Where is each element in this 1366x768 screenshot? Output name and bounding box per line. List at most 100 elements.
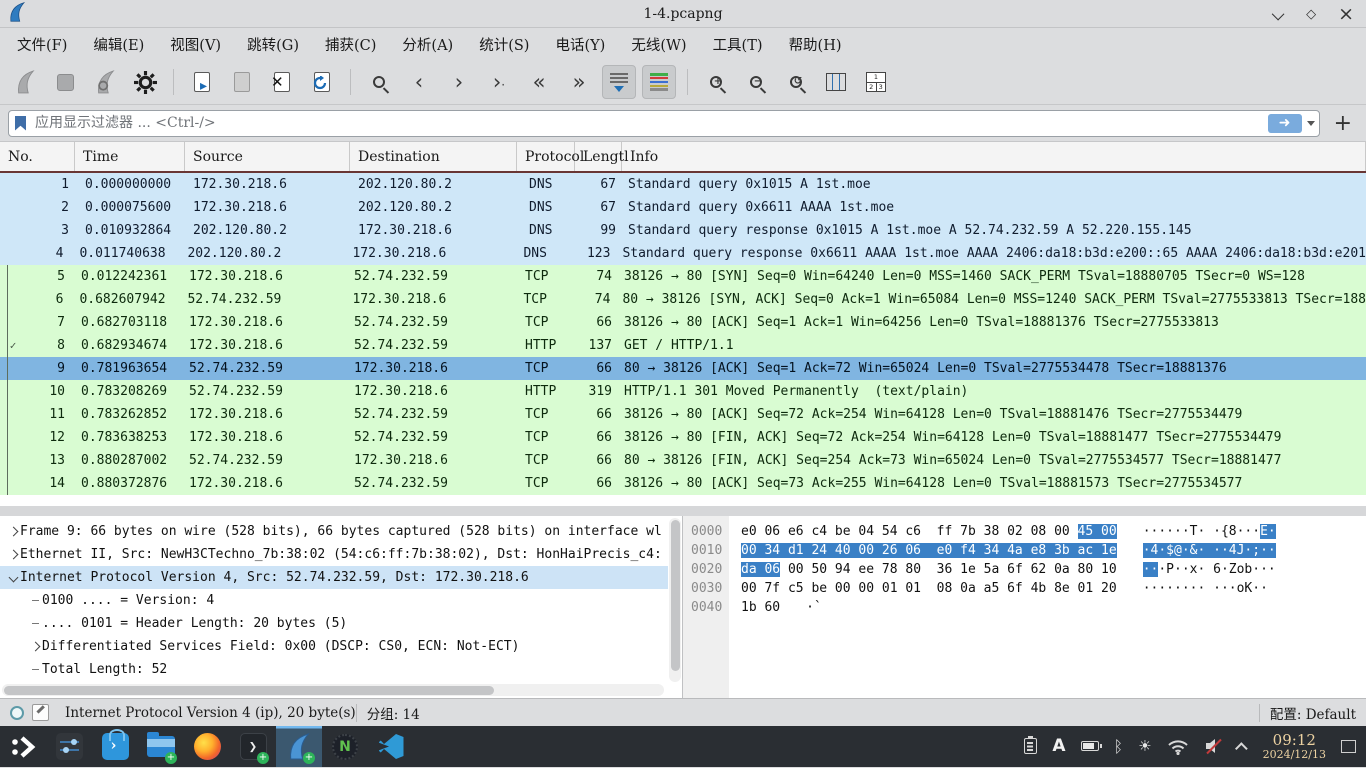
reset-layout-button[interactable]: 123 bbox=[859, 65, 893, 99]
packet-row-5[interactable]: 50.012242361172.30.218.652.74.232.59TCP7… bbox=[0, 265, 1366, 288]
wifi-tray-icon[interactable] bbox=[1167, 738, 1189, 755]
packet-row-3[interactable]: 30.010932864202.120.80.2172.30.218.6DNS9… bbox=[0, 219, 1366, 242]
close-file-button[interactable]: ✕ bbox=[265, 65, 299, 99]
terminal-button[interactable]: ❯+ bbox=[230, 726, 276, 767]
hex-row-0010[interactable]: 001000 34 d1 24 40 00 26 06 e0 f4 34 4a … bbox=[683, 543, 1366, 562]
zoom-out-button[interactable]: − bbox=[739, 65, 773, 99]
hex-row-0040[interactable]: 00401b 60·` bbox=[683, 600, 1366, 619]
maximize-button[interactable]: ◇ bbox=[1306, 8, 1316, 21]
capture-comment-icon[interactable] bbox=[32, 704, 49, 721]
column-header-protocol[interactable]: Protocol bbox=[517, 142, 575, 171]
detail-row-4[interactable]: .... 0101 = Header Length: 20 bytes (5) bbox=[0, 612, 668, 635]
menu-item-0[interactable]: 文件(F) bbox=[4, 30, 80, 59]
hex-row-0030[interactable]: 003000 7f c5 be 00 00 01 01 08 0a a5 6f … bbox=[683, 581, 1366, 600]
packet-row-8[interactable]: ✓80.682934674172.30.218.652.74.232.59HTT… bbox=[0, 334, 1366, 357]
start-capture-button[interactable] bbox=[8, 65, 42, 99]
discover-button[interactable] bbox=[92, 726, 138, 767]
open-file-button[interactable]: ▸ bbox=[185, 65, 219, 99]
column-header-info[interactable]: Info bbox=[622, 142, 1366, 171]
colorize-button[interactable] bbox=[642, 65, 676, 99]
column-header-destination[interactable]: Destination bbox=[350, 142, 517, 171]
vscode-button[interactable] bbox=[368, 726, 414, 767]
column-header-time[interactable]: Time bbox=[75, 142, 185, 171]
battery-tray-icon[interactable] bbox=[1081, 741, 1099, 751]
stop-capture-button[interactable] bbox=[48, 65, 82, 99]
auto-scroll-button[interactable] bbox=[602, 65, 636, 99]
menu-item-5[interactable]: 分析(A) bbox=[389, 30, 466, 59]
detail-row-3[interactable]: 0100 .... = Version: 4 bbox=[0, 589, 668, 612]
file-manager-button[interactable]: + bbox=[138, 726, 184, 767]
wireshark-task-button[interactable]: + bbox=[276, 726, 322, 767]
packet-row-1[interactable]: 10.000000000172.30.218.6202.120.80.2DNS6… bbox=[0, 173, 1366, 196]
detail-row-2[interactable]: Internet Protocol Version 4, Src: 52.74.… bbox=[0, 566, 668, 589]
close-button[interactable]: × bbox=[1338, 5, 1354, 24]
menu-item-7[interactable]: 电话(Y) bbox=[542, 30, 618, 59]
column-header-source[interactable]: Source bbox=[185, 142, 350, 171]
filter-dropdown-caret-icon[interactable] bbox=[1307, 121, 1315, 126]
expand-icon[interactable] bbox=[28, 643, 42, 650]
packet-row-2[interactable]: 20.000075600172.30.218.6202.120.80.2DNS6… bbox=[0, 196, 1366, 219]
zoom-reset-button[interactable]: ↺ bbox=[779, 65, 813, 99]
system-settings-button[interactable] bbox=[46, 726, 92, 767]
status-profile[interactable]: 配置: Default bbox=[1270, 703, 1366, 723]
capture-options-button[interactable] bbox=[128, 65, 162, 99]
firefox-button[interactable] bbox=[184, 726, 230, 767]
packet-row-7[interactable]: 70.682703118172.30.218.652.74.232.59TCP6… bbox=[0, 311, 1366, 334]
display-filter-input-wrap[interactable]: ➜ bbox=[8, 110, 1320, 137]
brightness-tray-icon[interactable]: ☀ bbox=[1138, 737, 1151, 755]
menu-item-4[interactable]: 捕获(C) bbox=[312, 30, 389, 59]
bluetooth-tray-icon[interactable]: ᛒ bbox=[1114, 737, 1124, 756]
expand-icon[interactable] bbox=[6, 551, 20, 558]
restart-capture-button[interactable] bbox=[88, 65, 122, 99]
app-launcher-button[interactable] bbox=[0, 726, 46, 767]
filter-bookmark-icon[interactable] bbox=[15, 116, 26, 131]
details-horizontal-scrollbar[interactable] bbox=[2, 684, 664, 696]
packet-row-12[interactable]: 120.783638253172.30.218.652.74.232.59TCP… bbox=[0, 426, 1366, 449]
tray-expand-icon[interactable] bbox=[1239, 742, 1248, 751]
clock[interactable]: 09:12 2024/12/13 bbox=[1263, 732, 1326, 762]
go-back-button[interactable]: ‹ bbox=[402, 65, 436, 99]
detail-row-5[interactable]: Differentiated Services Field: 0x00 (DSC… bbox=[0, 635, 668, 658]
menu-item-2[interactable]: 视图(V) bbox=[157, 30, 234, 59]
menu-item-8[interactable]: 无线(W) bbox=[618, 30, 699, 59]
menu-item-10[interactable]: 帮助(H) bbox=[776, 30, 855, 59]
zoom-in-button[interactable]: + bbox=[699, 65, 733, 99]
packet-row-13[interactable]: 130.88028700252.74.232.59172.30.218.6TCP… bbox=[0, 449, 1366, 472]
packet-row-4[interactable]: 40.011740638202.120.80.2172.30.218.6DNS1… bbox=[0, 242, 1366, 265]
input-method-tray-icon[interactable]: A bbox=[1052, 736, 1065, 756]
expert-info-icon[interactable] bbox=[10, 706, 24, 720]
menu-item-6[interactable]: 统计(S) bbox=[466, 30, 542, 59]
find-packet-button[interactable] bbox=[362, 65, 396, 99]
menu-item-3[interactable]: 跳转(G) bbox=[234, 30, 312, 59]
details-vertical-scrollbar[interactable] bbox=[669, 518, 681, 682]
show-desktop-button[interactable] bbox=[1341, 740, 1356, 753]
hex-row-0020[interactable]: 0020da 06 00 50 94 ee 78 80 36 1e 5a 6f … bbox=[683, 562, 1366, 581]
packet-row-14[interactable]: 140.880372876172.30.218.652.74.232.59TCP… bbox=[0, 472, 1366, 495]
packet-row-6[interactable]: 60.68260794252.74.232.59172.30.218.6TCP7… bbox=[0, 288, 1366, 311]
neovim-button[interactable]: N bbox=[322, 726, 368, 767]
detail-row-6[interactable]: Total Length: 52 bbox=[0, 658, 668, 681]
collapse-icon[interactable] bbox=[6, 574, 20, 581]
menu-item-1[interactable]: 编辑(E) bbox=[80, 30, 157, 59]
go-last-packet-button[interactable]: » bbox=[562, 65, 596, 99]
display-filter-input[interactable] bbox=[33, 114, 1268, 132]
packet-row-10[interactable]: 100.78320826952.74.232.59172.30.218.6HTT… bbox=[0, 380, 1366, 403]
column-header-no[interactable]: No. bbox=[0, 142, 75, 171]
menu-item-9[interactable]: 工具(T) bbox=[700, 30, 776, 59]
clipboard-tray-icon[interactable] bbox=[1024, 738, 1037, 754]
pane-splitter[interactable] bbox=[0, 506, 1366, 516]
detail-row-0[interactable]: Frame 9: 66 bytes on wire (528 bits), 66… bbox=[0, 520, 668, 543]
volume-muted-tray-icon[interactable] bbox=[1204, 737, 1224, 755]
resize-columns-button[interactable] bbox=[819, 65, 853, 99]
add-filter-button[interactable]: + bbox=[1328, 111, 1358, 136]
detail-row-1[interactable]: Ethernet II, Src: NewH3CTechno_7b:38:02 … bbox=[0, 543, 668, 566]
column-header-length[interactable]: Lengtl bbox=[575, 142, 622, 171]
go-forward-button[interactable]: › bbox=[442, 65, 476, 99]
packet-row-11[interactable]: 110.783262852172.30.218.652.74.232.59TCP… bbox=[0, 403, 1366, 426]
hex-row-0000[interactable]: 0000e0 06 e6 c4 be 04 54 c6 ff 7b 38 02 … bbox=[683, 524, 1366, 543]
expand-icon[interactable] bbox=[6, 528, 20, 535]
go-to-packet-button[interactable]: ›· bbox=[482, 65, 516, 99]
packet-row-9[interactable]: 90.78196365452.74.232.59172.30.218.6TCP6… bbox=[0, 357, 1366, 380]
reload-file-button[interactable] bbox=[305, 65, 339, 99]
apply-filter-button[interactable]: ➜ bbox=[1268, 114, 1302, 133]
